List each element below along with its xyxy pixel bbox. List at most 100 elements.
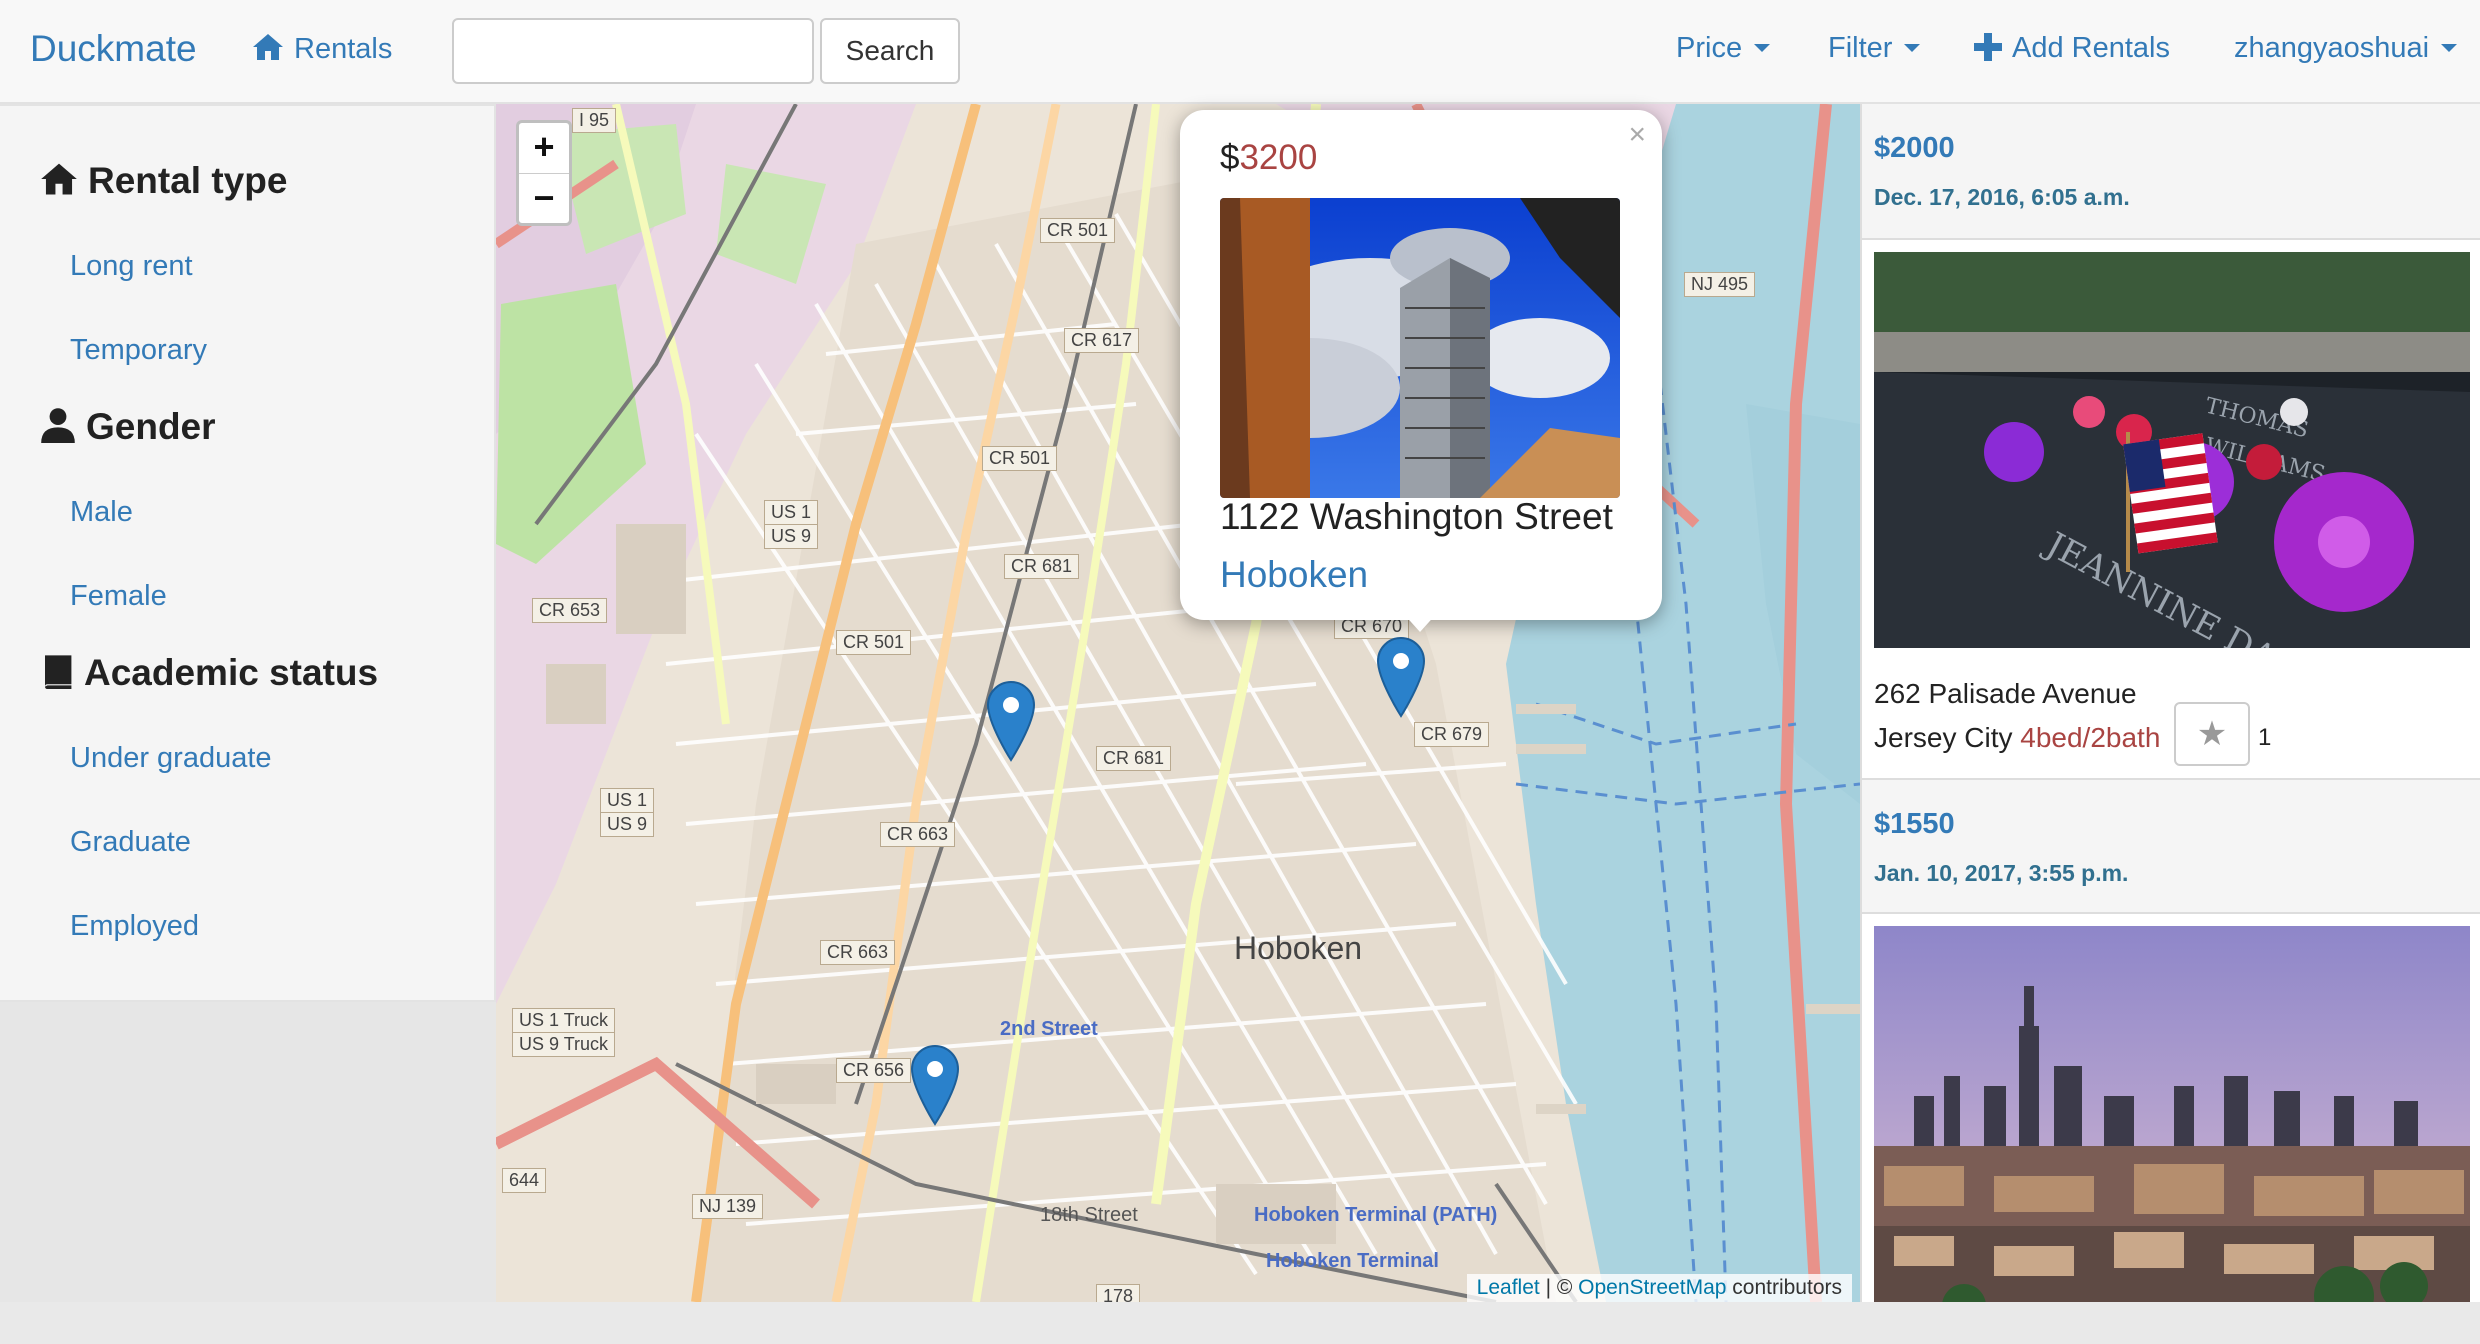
- search-button[interactable]: Search: [820, 18, 960, 84]
- listing-beds: 4bed/2bath: [2020, 722, 2161, 753]
- rental-type-heading-label: Rental type: [88, 160, 288, 201]
- academic-heading: Academic status: [40, 652, 378, 694]
- filter-menu-label: Filter: [1828, 32, 1893, 64]
- user-icon: [41, 408, 75, 443]
- map-attribution: Leaflet | © OpenStreetMap contributors: [1466, 1274, 1852, 1302]
- road-shield: 178: [1096, 1284, 1141, 1302]
- gender-heading: Gender: [40, 406, 216, 448]
- popup-address: 1122 Washington Street: [1220, 496, 1613, 537]
- filter-long-rent[interactable]: Long rent: [70, 250, 193, 283]
- rental-type-heading: Rental type: [40, 160, 287, 202]
- road-shield: CR 653: [532, 598, 608, 623]
- map-popup: × $3200 1122 Washington Street Hoboken: [1180, 110, 1662, 620]
- favorite-star-button[interactable]: ★: [2174, 702, 2250, 766]
- user-menu-label: zhangyaoshuai: [2234, 32, 2430, 64]
- listing-city-line: Jersey City 4bed/2bath: [1874, 722, 2160, 754]
- caret-down-icon: [2441, 44, 2458, 52]
- map-marker-icon[interactable]: [986, 680, 1036, 762]
- user-menu[interactable]: zhangyaoshuai: [2234, 32, 2458, 65]
- add-rentals-label: Add Rentals: [2012, 32, 2170, 64]
- rentals-label: Rentals: [294, 33, 393, 65]
- home-icon: [253, 34, 283, 60]
- listing-city: Jersey City: [1874, 722, 2013, 753]
- building-photo: [1220, 198, 1620, 498]
- road-shield: I 95: [572, 108, 617, 133]
- plus-icon: [1974, 33, 2002, 61]
- road-shield: 644: [502, 1168, 547, 1193]
- brand-link[interactable]: Duckmate: [30, 28, 197, 70]
- road-shield: US 1: [764, 500, 819, 525]
- road-shield: NJ 495: [1684, 272, 1756, 297]
- road-shield: US 1: [600, 788, 655, 813]
- filter-graduate[interactable]: Graduate: [70, 826, 191, 859]
- road-shield: CR 681: [1096, 746, 1172, 771]
- filter-employed[interactable]: Employed: [70, 910, 199, 943]
- price-menu[interactable]: Price: [1676, 32, 1771, 65]
- listing-price-link[interactable]: $2000: [1874, 132, 1955, 165]
- popup-price: $3200: [1220, 138, 1317, 178]
- map-marker-icon[interactable]: [910, 1044, 960, 1126]
- gender-heading-label: Gender: [86, 406, 216, 447]
- attribution-separator: | ©: [1539, 1276, 1579, 1299]
- memorial-photo: THOMAS WILLIAMS JEANNINE DAM: [1874, 252, 2470, 648]
- road-shield: CR 617: [1064, 328, 1140, 353]
- favorite-count: 1: [2258, 724, 2272, 751]
- caret-down-icon: [1754, 44, 1771, 52]
- road-shield: CR 501: [836, 630, 912, 655]
- road-shield: CR 681: [1004, 554, 1080, 579]
- leaflet-link[interactable]: Leaflet: [1477, 1276, 1540, 1299]
- popup-tip: [1402, 612, 1438, 632]
- road-shield: NJ 139: [692, 1194, 764, 1219]
- home-icon: [41, 163, 77, 195]
- rentals-link[interactable]: Rentals: [252, 32, 392, 66]
- listing-date: Jan. 10, 2017, 3:55 p.m.: [1874, 860, 2129, 886]
- academic-heading-label: Academic status: [84, 652, 379, 693]
- zoom-in-button[interactable]: +: [519, 123, 569, 174]
- book-icon: [45, 655, 72, 689]
- listings-panel: $2000 Dec. 17, 2016, 6:05 a.m. THOMAS WI…: [1860, 104, 2480, 1302]
- road-shield: CR 663: [820, 940, 896, 965]
- filter-male[interactable]: Male: [70, 496, 133, 529]
- add-rentals-link[interactable]: Add Rentals: [1974, 32, 2170, 65]
- popup-city-link[interactable]: Hoboken: [1220, 554, 1368, 596]
- popup-photo[interactable]: [1220, 198, 1620, 498]
- road-shield: CR 679: [1414, 722, 1490, 747]
- filter-menu[interactable]: Filter: [1828, 32, 1921, 65]
- listing-header: $1550 Jan. 10, 2017, 3:55 p.m.: [1862, 778, 2480, 914]
- skyline-photo: [1874, 926, 2470, 1302]
- road-shield: US 9: [600, 812, 655, 837]
- street-label: 18th Street: [1040, 1204, 1138, 1226]
- zoom-out-button[interactable]: −: [519, 174, 569, 224]
- listing-address: 262 Palisade Avenue: [1874, 678, 2137, 709]
- road-shield: US 1 Truck: [512, 1008, 616, 1033]
- search-input[interactable]: [452, 18, 814, 84]
- listing-photo[interactable]: [1874, 926, 2470, 1302]
- filter-temporary[interactable]: Temporary: [70, 334, 207, 367]
- page-footer-strip: [0, 1302, 2480, 1344]
- map-marker-icon[interactable]: [1376, 636, 1426, 718]
- road-shield: US 9: [764, 524, 819, 549]
- price-menu-label: Price: [1676, 32, 1743, 64]
- filter-sidebar: Rental type Long rent Temporary Gender M…: [0, 104, 496, 1002]
- popup-close-button[interactable]: ×: [1628, 118, 1646, 152]
- road-shield: CR 501: [1040, 218, 1116, 243]
- road-shield: CR 501: [982, 446, 1058, 471]
- zoom-control: + −: [516, 120, 572, 226]
- listing-photo[interactable]: THOMAS WILLIAMS JEANNINE DAM: [1874, 252, 2470, 648]
- station-label: 2nd Street: [1000, 1018, 1098, 1040]
- station-label: Hoboken Terminal (PATH): [1254, 1204, 1498, 1226]
- filter-female[interactable]: Female: [70, 580, 167, 613]
- filter-undergraduate[interactable]: Under graduate: [70, 742, 272, 775]
- road-shield: US 9 Truck: [512, 1032, 616, 1057]
- osm-link[interactable]: OpenStreetMap: [1578, 1276, 1726, 1299]
- road-shield: CR 663: [880, 822, 956, 847]
- road-shield: CR 656: [836, 1058, 912, 1083]
- popup-price-value: 3200: [1239, 138, 1318, 177]
- station-label: Hoboken Terminal: [1266, 1250, 1439, 1272]
- popup-currency: $: [1220, 138, 1240, 177]
- listing-header: $2000 Dec. 17, 2016, 6:05 a.m.: [1862, 104, 2480, 240]
- navbar: Duckmate Rentals Search Price Filter Add…: [0, 0, 2480, 104]
- attribution-tail: contributors: [1726, 1276, 1842, 1299]
- listing-price-link[interactable]: $1550: [1874, 808, 1955, 841]
- listing-date: Dec. 17, 2016, 6:05 a.m.: [1874, 184, 2130, 210]
